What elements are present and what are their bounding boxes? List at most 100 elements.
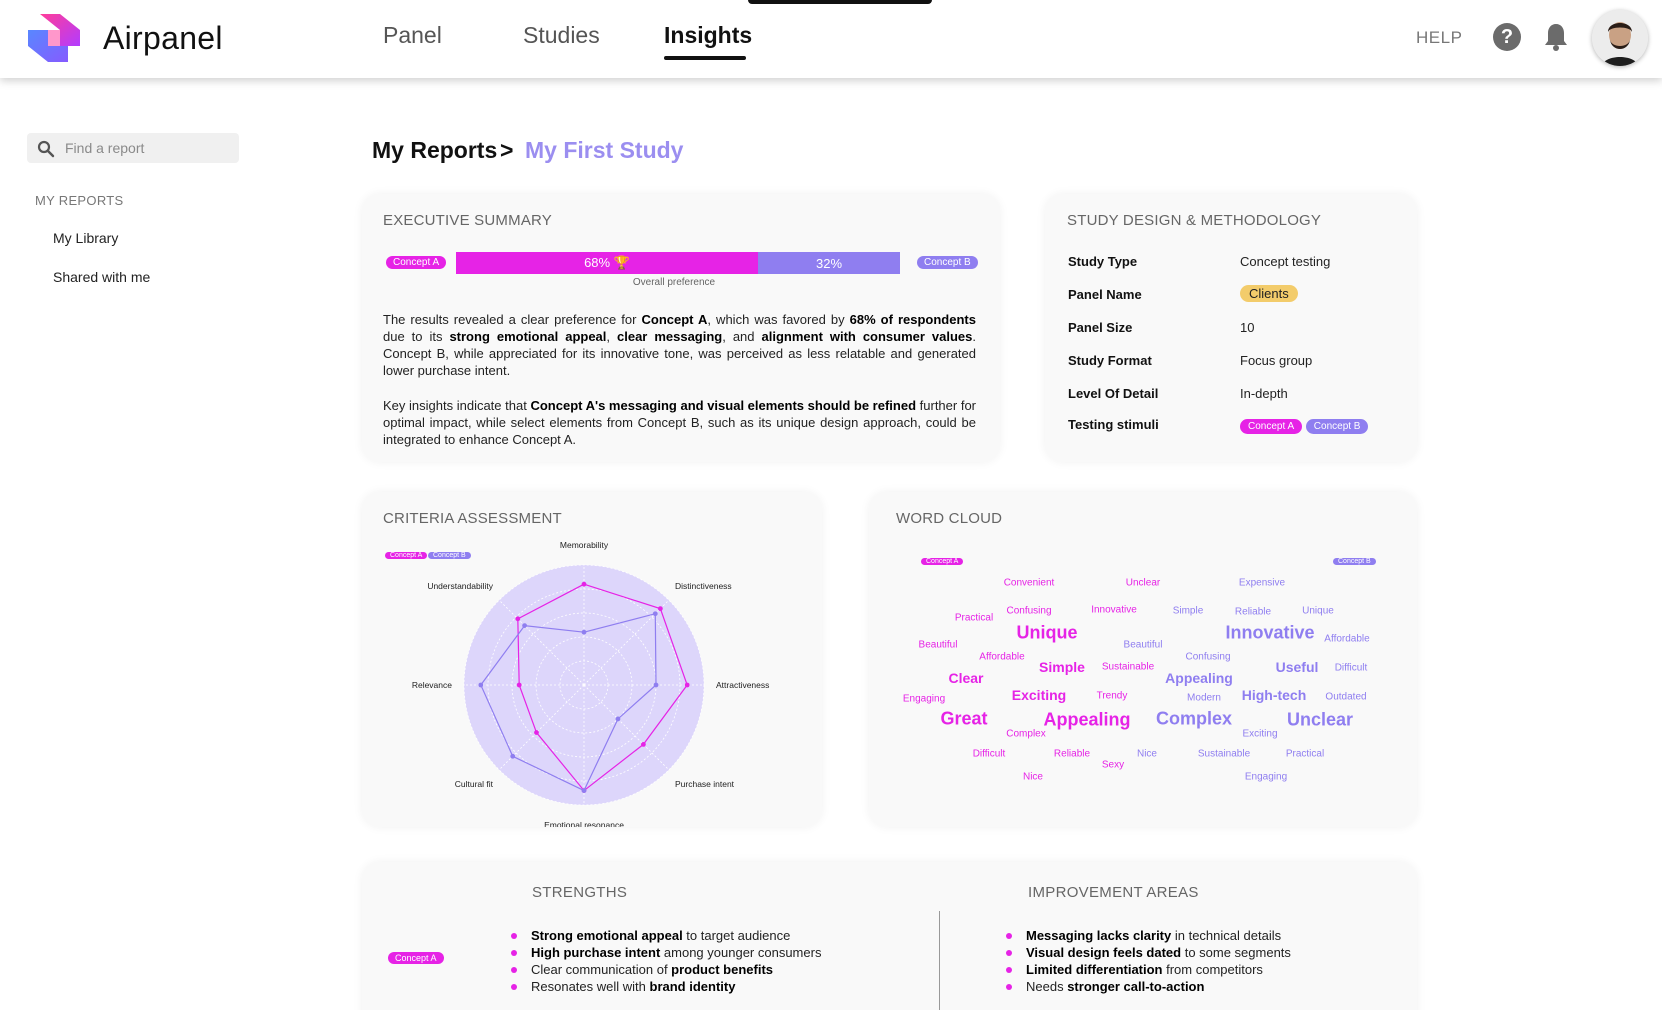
radar-axis-label: Distinctiveness <box>675 581 732 591</box>
word-cloud-legend-concept-a: Concept A <box>921 558 964 565</box>
improvement-item-run: Visual design feels dated <box>1026 945 1182 960</box>
summary-p1-run: clear messaging <box>617 329 723 344</box>
panel-name-label: Panel Name <box>1068 287 1142 302</box>
stimulus-concept-b[interactable]: Concept B <box>1305 419 1369 434</box>
radar-axis-label: Memorability <box>560 540 609 550</box>
radar-axis-label: Emotional resonance <box>544 820 624 827</box>
summary-p1-run: 68% of respondents <box>849 312 976 327</box>
summary-p2-run: Concept A's messaging and visual element… <box>530 398 917 413</box>
strengths-title: STRENGTHS <box>532 884 628 901</box>
testing-stimuli-label: Testing stimuli <box>1068 417 1159 432</box>
radar-point <box>581 788 587 793</box>
word-cloud-title: WORD CLOUD <box>896 510 1003 527</box>
improvement-item-run: stronger call-to-action <box>1067 979 1205 994</box>
summary-p1-run: The results revealed a clear preference … <box>383 312 642 327</box>
panel-name-value: Clients <box>1240 285 1298 302</box>
improvement-item-run: Limited differentiation <box>1026 962 1163 977</box>
strength-item: Resonates well with brand identity <box>510 978 821 995</box>
tab-insights[interactable]: Insights <box>664 22 752 49</box>
strength-item: Clear communication of product benefits <box>510 961 821 978</box>
strength-item: Strong emotional appeal to target audien… <box>510 927 821 944</box>
improvement-areas-list: Messaging lacks clarity in technical det… <box>1006 927 1291 995</box>
bell-icon[interactable] <box>1543 22 1569 52</box>
breadcrumb-separator: > <box>500 137 514 163</box>
summary-p1-run: strong emotional appeal <box>449 329 607 344</box>
level-of-detail-label: Level Of Detail <box>1068 386 1159 401</box>
summary-p1-run: Concept A <box>641 312 708 327</box>
summary-paragraph-2: Key insights indicate that Concept A's m… <box>383 397 976 448</box>
study-type-label: Study Type <box>1068 254 1138 269</box>
word-cloud-card <box>869 492 1417 827</box>
radar-point <box>478 682 484 688</box>
radar-point <box>510 753 516 759</box>
radar-point <box>515 616 521 622</box>
radar-point <box>534 730 539 735</box>
radar-axis-label: Purchase intent <box>675 779 735 789</box>
strength-item-run: among younger consumers <box>660 945 822 960</box>
stimulus-concept-a[interactable]: Concept A <box>1240 419 1303 434</box>
testing-stimuli-value: Concept A Concept B <box>1240 417 1369 434</box>
question-circle-icon[interactable]: ? <box>1493 23 1521 51</box>
summary-p1-run: , <box>606 329 617 344</box>
improvement-item: Needs stronger call-to-action <box>1006 978 1291 995</box>
strengths-concept-a-badge: Concept A <box>388 952 444 964</box>
section-divider <box>939 911 940 1010</box>
strength-item-run: Resonates well with <box>531 979 650 994</box>
airpanel-logo <box>28 14 80 62</box>
strengths-list: Strong emotional appeal to target audien… <box>510 927 822 995</box>
radar-axis-label: Attractiveness <box>716 680 769 690</box>
criteria-assessment-title: CRITERIA ASSESSMENT <box>383 510 562 527</box>
avatar[interactable] <box>1592 10 1648 66</box>
study-format-value: Focus group <box>1240 353 1313 368</box>
top-indicator <box>748 0 932 4</box>
radar-axis-label: Relevance <box>412 680 452 690</box>
breadcrumb-current: My First Study <box>525 137 684 163</box>
radar-point <box>581 629 587 635</box>
study-type-value: Concept testing <box>1240 254 1331 269</box>
summary-p1-run: , which was favored by <box>707 312 850 327</box>
study-design-title: STUDY DESIGN & METHODOLOGY <box>1067 212 1322 229</box>
improvement-item-run: from competitors <box>1162 962 1263 977</box>
breadcrumb-root[interactable]: My Reports <box>372 137 497 164</box>
improvement-item: Messaging lacks clarity in technical det… <box>1006 927 1291 944</box>
radar-axis-label: Understandability <box>427 581 493 591</box>
summary-p1-run: , and <box>722 329 762 344</box>
preference-bar-concept-b: 32% <box>758 252 900 274</box>
report-search[interactable] <box>27 133 239 163</box>
search-icon <box>37 140 55 158</box>
strength-item-run: to target audience <box>682 928 791 943</box>
sidebar-item-shared-with-me[interactable]: Shared with me <box>53 269 150 285</box>
summary-p1-run: alignment with consumer values <box>761 329 973 344</box>
tab-studies[interactable]: Studies <box>523 22 600 49</box>
sidebar-heading: MY REPORTS <box>35 193 124 208</box>
radar-axis-label: Cultural fit <box>455 779 494 789</box>
improvement-item-run: to some segments <box>1181 945 1291 960</box>
sidebar-item-my-library[interactable]: My Library <box>53 230 118 246</box>
study-format-label: Study Format <box>1068 353 1152 368</box>
top-navigation-bar: Airpanel Panel Studies Insights HELP ? <box>0 0 1662 78</box>
strength-item: High purchase intent among younger consu… <box>510 944 822 961</box>
strength-item-run: Strong emotional appeal <box>531 928 683 943</box>
search-input[interactable] <box>65 137 233 159</box>
summary-p2-run: Key insights indicate that <box>383 398 531 413</box>
active-tab-underline <box>664 56 746 60</box>
improvement-item-run: Messaging lacks clarity <box>1026 928 1172 943</box>
panel-size-label: Panel Size <box>1068 320 1133 335</box>
radar-point <box>615 716 621 722</box>
preference-caption: Overall preference <box>632 277 716 288</box>
strength-item-run: product benefits <box>671 962 774 977</box>
summary-p1-run: due to its <box>383 329 450 344</box>
app-name: Airpanel <box>103 20 223 56</box>
radar-point <box>652 611 658 617</box>
radar-point <box>653 682 659 688</box>
strength-item-run: High purchase intent <box>531 945 661 960</box>
improvement-item: Visual design feels dated to some segmen… <box>1006 944 1291 961</box>
panel-name-chip[interactable]: Clients <box>1240 285 1298 302</box>
help-link[interactable]: HELP <box>1416 28 1462 48</box>
tab-panel[interactable]: Panel <box>383 22 442 49</box>
improvement-item: Limited differentiation from competitors <box>1006 961 1291 978</box>
radar-point <box>684 682 690 688</box>
improvement-item-run: in technical details <box>1171 928 1282 943</box>
improvement-areas-title: IMPROVEMENT AREAS <box>1028 884 1199 901</box>
concept-a-badge: Concept A <box>386 256 447 269</box>
